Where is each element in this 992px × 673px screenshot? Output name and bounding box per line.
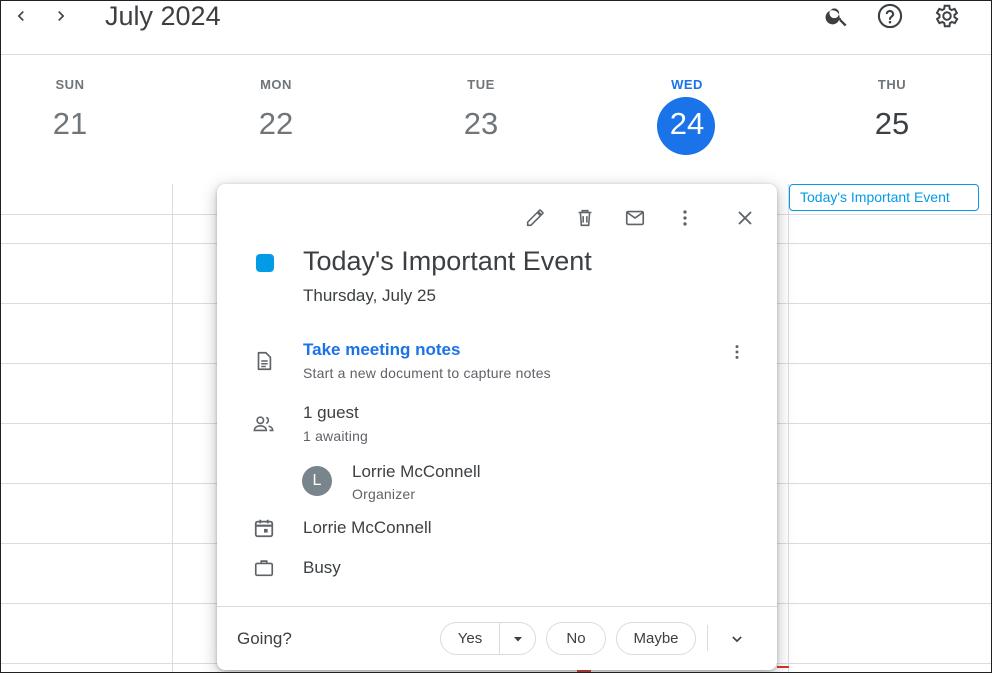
calendar-row-icon: [250, 514, 278, 542]
close-popup-button[interactable]: [729, 202, 761, 234]
rsvp-no-button[interactable]: No: [546, 622, 606, 655]
rsvp-prompt: Going?: [237, 629, 292, 648]
rsvp-yes-dropdown[interactable]: [500, 623, 535, 654]
trash-icon: [578, 209, 592, 227]
notes-subtitle: Start a new document to capture notes: [303, 365, 551, 381]
day-number: 21: [52, 106, 88, 141]
more-options-button[interactable]: [669, 202, 701, 234]
expand-rsvp-button[interactable]: [723, 625, 751, 653]
availability-row-icon: [250, 554, 278, 582]
day-number: 22: [258, 106, 294, 141]
event-details-popup: Today's Important Event Thursday, July 2…: [217, 184, 777, 670]
guest-name[interactable]: Lorrie McConnell: [352, 462, 481, 482]
rsvp-maybe-button[interactable]: Maybe: [616, 622, 696, 655]
current-time-marker: [777, 666, 789, 668]
edit-event-button[interactable]: [519, 202, 551, 234]
day-header-tue[interactable]: TUE 23: [431, 77, 531, 141]
email-icon: [625, 210, 645, 226]
take-meeting-notes-link[interactable]: Take meeting notes: [303, 340, 460, 360]
calendar-owner: Lorrie McConnell: [303, 518, 432, 537]
day-number: 24: [669, 106, 705, 141]
day-of-week: WED: [671, 77, 703, 92]
gear-icon: [935, 4, 959, 28]
month-title: July 2024: [105, 1, 221, 31]
notes-row-icon: [250, 347, 278, 375]
day-header-thu[interactable]: THU 25: [842, 77, 942, 141]
more-vert-icon: [683, 210, 687, 226]
day-number: 25: [874, 106, 910, 141]
email-guests-button[interactable]: [619, 202, 651, 234]
people-icon: [253, 416, 274, 432]
search-button[interactable]: [822, 1, 852, 31]
calendar-icon: [254, 519, 274, 538]
guest-role: Organizer: [352, 486, 416, 502]
settings-button[interactable]: [932, 1, 962, 31]
day-header-wed[interactable]: WED 24: [637, 77, 737, 141]
day-of-week: TUE: [467, 77, 495, 92]
guests-row-icon: [250, 410, 278, 438]
footer-separator: [707, 625, 708, 651]
calendar-header: July 2024: [1, 1, 991, 55]
avatar[interactable]: L: [302, 466, 332, 496]
event-title: Today's Important Event: [303, 246, 592, 276]
day-header-mon[interactable]: MON 22: [226, 77, 326, 141]
chevron-right-icon: [58, 11, 65, 21]
caret-down-icon: [513, 636, 522, 641]
day-number: 23: [463, 106, 499, 141]
help-icon: [877, 3, 903, 29]
document-icon: [257, 351, 272, 371]
notes-more-button[interactable]: [723, 338, 751, 366]
grid-col-line: [788, 184, 789, 672]
day-of-week: MON: [260, 77, 292, 92]
popup-footer-divider: [217, 606, 777, 607]
prev-button[interactable]: [7, 3, 35, 29]
guest-count: 1 guest: [303, 403, 359, 422]
day-header-sun[interactable]: SUN 21: [20, 77, 120, 141]
chevron-left-icon: [17, 11, 24, 21]
availability-status: Busy: [303, 558, 341, 577]
chevron-down-icon: [732, 636, 742, 643]
search-icon: [825, 8, 847, 27]
event-date: Thursday, July 25: [303, 286, 436, 305]
edit-icon: [526, 209, 544, 227]
close-icon: [738, 211, 752, 225]
day-of-week: THU: [877, 77, 907, 92]
event-chip[interactable]: Today's Important Event: [789, 184, 979, 211]
calendar-app: July 2024 SUN 21 MON 22 TUE 23 WED 24 TH…: [0, 0, 992, 673]
event-color-swatch: [256, 254, 274, 272]
more-vert-icon: [735, 345, 739, 359]
help-button[interactable]: [875, 1, 905, 31]
day-of-week: SUN: [55, 77, 85, 92]
briefcase-icon: [254, 560, 274, 577]
guest-status: 1 awaiting: [303, 428, 369, 444]
grid-col-line: [172, 184, 173, 672]
next-button[interactable]: [47, 3, 75, 29]
delete-event-button[interactable]: [569, 202, 601, 234]
rsvp-yes-group: Yes: [440, 622, 536, 655]
rsvp-yes-button[interactable]: Yes: [441, 623, 500, 654]
